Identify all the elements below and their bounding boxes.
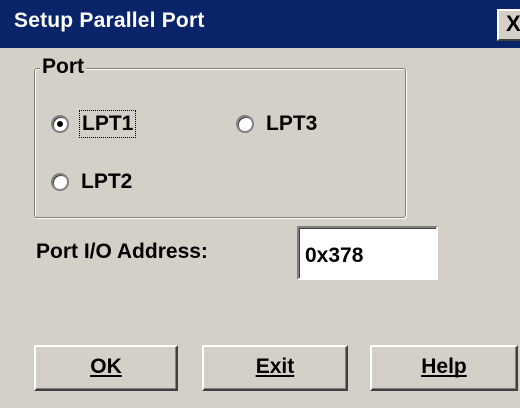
radio-checked-icon[interactable] <box>51 115 69 133</box>
port-groupbox <box>34 68 406 218</box>
help-button[interactable]: Help <box>370 345 518 391</box>
close-button[interactable]: X <box>497 9 520 41</box>
close-icon: X <box>506 11 520 36</box>
ok-label-rest: K <box>106 355 122 378</box>
radio-label-lpt2: LPT2 <box>81 170 133 193</box>
radio-lpt2[interactable]: LPT2 <box>51 170 132 194</box>
help-mnemonic: H <box>421 355 437 378</box>
radio-lpt1[interactable]: LPT1 <box>51 110 137 138</box>
port-address-label: Port I/O Address: <box>36 240 208 263</box>
radio-label-lpt3: LPT3 <box>266 112 318 135</box>
exit-label-rest: xit <box>269 355 295 378</box>
ok-mnemonic: O <box>90 355 107 378</box>
radio-lpt3[interactable]: LPT3 <box>236 112 317 136</box>
port-group-legend: Port <box>40 55 86 79</box>
ok-button[interactable]: OK <box>34 345 178 391</box>
window-title: Setup Parallel Port <box>14 9 205 32</box>
title-bar[interactable]: Setup Parallel Port X <box>0 0 520 48</box>
port-address-input[interactable] <box>297 226 438 280</box>
exit-button[interactable]: Exit <box>202 345 348 391</box>
radio-unchecked-icon[interactable] <box>51 173 69 191</box>
radio-unchecked-icon[interactable] <box>236 115 254 133</box>
exit-mnemonic: E <box>255 355 270 378</box>
help-label-rest: elp <box>436 355 467 378</box>
radio-label-lpt1: LPT1 <box>78 110 137 138</box>
